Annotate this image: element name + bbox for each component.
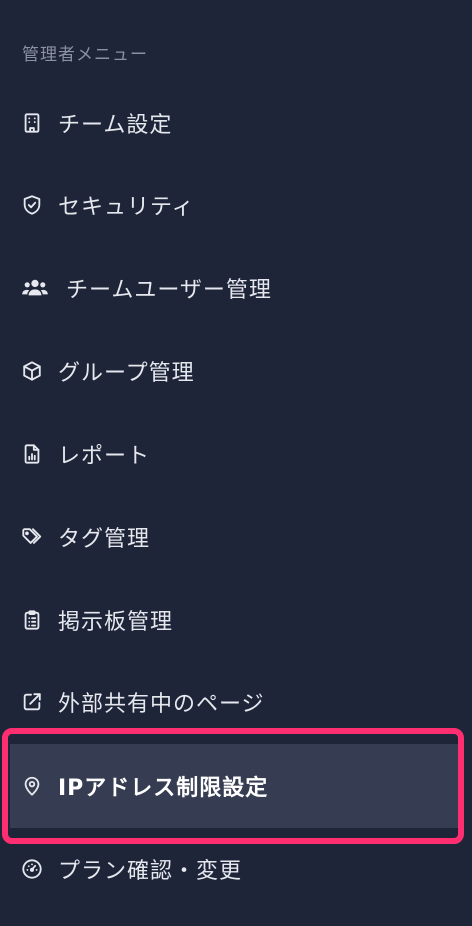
external-link-icon — [20, 690, 44, 714]
admin-sidebar: 管理者メニュー チーム設定 セキュリティ チームユーザー管理 グループ管理 レポ… — [0, 0, 472, 926]
users-icon — [20, 276, 50, 300]
sidebar-item-tags[interactable]: タグ管理 — [0, 509, 472, 565]
sidebar-item-label: レポート — [58, 444, 151, 469]
sidebar-item-label: 掲示板管理 — [58, 610, 174, 635]
sidebar-item-team-users[interactable]: チームユーザー管理 — [0, 260, 472, 316]
sidebar-item-plan[interactable]: プラン確認・変更 — [0, 841, 472, 897]
tags-icon — [20, 525, 44, 549]
sidebar-item-team-settings[interactable]: チーム設定 — [0, 95, 472, 151]
sidebar-item-label: プラン確認・変更 — [58, 859, 243, 884]
cube-icon — [20, 359, 44, 383]
sidebar-item-label: グループ管理 — [58, 361, 195, 386]
sidebar-item-external-shared-pages[interactable]: 外部共有中のページ — [0, 674, 472, 730]
building-icon — [20, 111, 44, 135]
gauge-icon — [20, 857, 44, 881]
sidebar-item-label: チームユーザー管理 — [66, 278, 272, 303]
sidebar-item-report[interactable]: レポート — [0, 426, 472, 482]
sidebar-item-label: セキュリティ — [58, 195, 195, 220]
sidebar-item-label: 外部共有中のページ — [58, 692, 265, 717]
sidebar-item-ip-restriction[interactable]: IPアドレス制限設定 — [10, 744, 462, 828]
shield-check-icon — [20, 193, 44, 217]
clipboard-icon — [20, 608, 44, 632]
sidebar-item-groups[interactable]: グループ管理 — [0, 343, 472, 399]
section-title: 管理者メニュー — [22, 45, 148, 65]
sidebar-item-security[interactable]: セキュリティ — [0, 177, 472, 233]
report-file-icon — [20, 442, 44, 466]
sidebar-item-label: チーム設定 — [58, 113, 173, 138]
sidebar-item-label: タグ管理 — [58, 527, 151, 552]
sidebar-item-label: IPアドレス制限設定 — [58, 776, 269, 801]
sidebar-item-bulletin-board[interactable]: 掲示板管理 — [0, 592, 472, 648]
map-pin-icon — [20, 774, 44, 798]
